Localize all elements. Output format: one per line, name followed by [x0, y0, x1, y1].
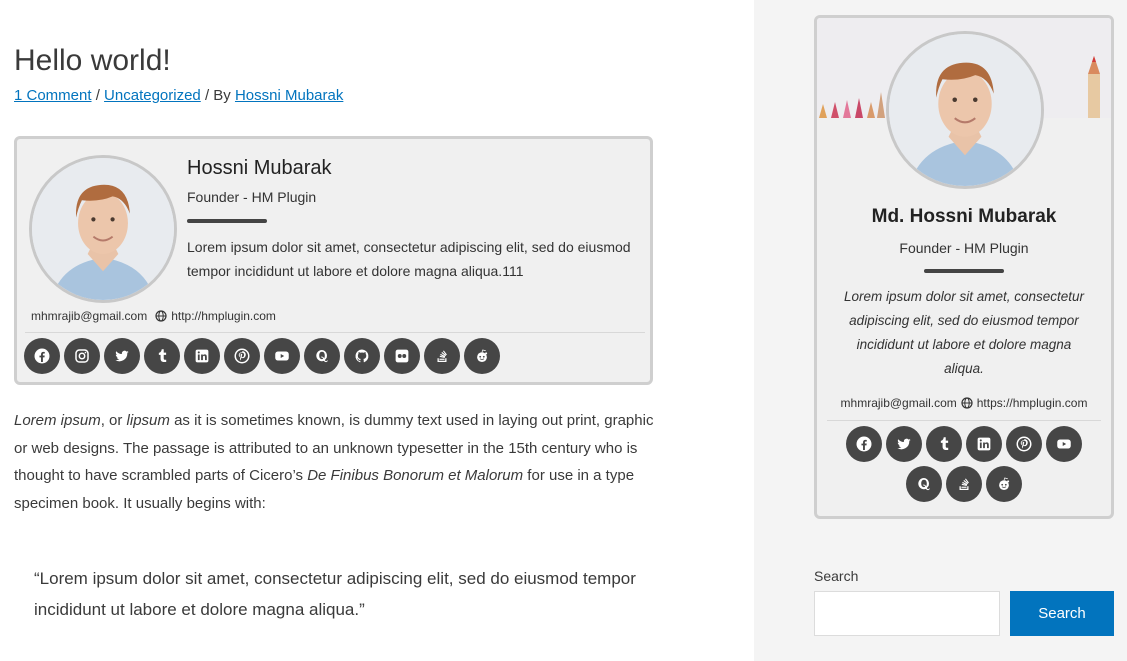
post-paragraph: Lorem ipsum, or lipsum as it is sometime…: [14, 407, 654, 517]
tumblr-link[interactable]: [926, 426, 962, 462]
author-divider-bar: [187, 219, 267, 223]
author-role: Founder - HM Plugin: [187, 189, 317, 205]
linkedin-link[interactable]: [966, 426, 1002, 462]
author-contact: mhmrajib@gmail.com http://hmplugin.com: [31, 309, 276, 323]
card-description: Lorem ipsum dolor sit amet, consectetur …: [843, 289, 1085, 376]
card-role: Founder - HM Plugin: [899, 240, 1029, 256]
author-link[interactable]: Hossni Mubarak: [235, 87, 343, 104]
linkedin-link[interactable]: [184, 338, 220, 374]
twitter-link[interactable]: [104, 338, 140, 374]
text-run: , or: [100, 412, 127, 429]
stackoverflow-link[interactable]: [946, 466, 982, 502]
facebook-link[interactable]: [24, 338, 60, 374]
pinterest-link[interactable]: [1006, 426, 1042, 462]
reddit-icon: [999, 477, 1010, 490]
pinterest-icon: [1016, 436, 1032, 452]
search-button[interactable]: Search: [1010, 591, 1114, 636]
em-de-finibus: De Finibus Bonorum et Malorum: [307, 467, 524, 484]
search-label: Search: [814, 568, 859, 584]
github-icon: [355, 349, 369, 363]
stackoverflow-icon: [959, 478, 969, 490]
card-avatar: [886, 31, 1044, 189]
twitter-link[interactable]: [886, 426, 922, 462]
facebook-link[interactable]: [846, 426, 882, 462]
stackoverflow-icon: [437, 350, 447, 362]
divider: [827, 420, 1101, 421]
meta-by: / By: [200, 87, 235, 104]
tumblr-icon: [158, 349, 167, 362]
card-website[interactable]: https://hmplugin.com: [977, 396, 1088, 410]
flickr-link[interactable]: [384, 338, 420, 374]
reddit-link[interactable]: [986, 466, 1022, 502]
quora-icon: [316, 349, 328, 363]
author-description: Lorem ipsum dolor sit amet, consectetur …: [187, 239, 631, 279]
author-name: Hossni Mubarak: [187, 157, 332, 179]
blockquote: “Lorem ipsum dolor sit amet, consectetur…: [34, 569, 636, 619]
sidebar-author-card: Md. Hossni Mubarak Founder - HM Plugin L…: [814, 15, 1114, 519]
meta-separator: /: [91, 87, 105, 104]
reddit-icon: [477, 349, 488, 362]
post-title: Hello world!: [14, 44, 171, 77]
globe-icon: [961, 397, 973, 409]
youtube-link[interactable]: [264, 338, 300, 374]
reddit-link[interactable]: [464, 338, 500, 374]
facebook-icon: [34, 348, 50, 364]
youtube-icon: [275, 351, 289, 361]
globe-icon: [155, 310, 167, 322]
linkedin-icon: [195, 349, 209, 363]
post-meta: 1 Comment / Uncategorized / By Hossni Mu…: [14, 87, 343, 104]
pinterest-link[interactable]: [224, 338, 260, 374]
youtube-link[interactable]: [1046, 426, 1082, 462]
search-input[interactable]: [814, 591, 1000, 636]
em-lorem-ipsum: Lorem ipsum: [14, 412, 101, 429]
instagram-link[interactable]: [64, 338, 100, 374]
twitter-icon: [897, 438, 911, 450]
stackoverflow-link[interactable]: [424, 338, 460, 374]
card-contact: mhmrajib@gmail.com https://hmplugin.com: [817, 396, 1111, 410]
twitter-icon: [115, 350, 129, 362]
instagram-icon: [75, 349, 89, 363]
author-box: Hossni Mubarak Founder - HM Plugin Lorem…: [14, 136, 653, 385]
linkedin-icon: [977, 437, 991, 451]
main-content: Hello world! 1 Comment / Uncategorized /…: [0, 0, 754, 661]
tumblr-link[interactable]: [144, 338, 180, 374]
quora-link[interactable]: [304, 338, 340, 374]
card-divider-bar: [924, 269, 1004, 273]
author-website: http://hmplugin.com: [171, 309, 276, 323]
quora-icon: [918, 477, 930, 491]
github-link[interactable]: [344, 338, 380, 374]
card-email[interactable]: mhmrajib@gmail.com: [841, 396, 957, 410]
card-social-links: [841, 426, 1087, 502]
card-name: Md. Hossni Mubarak: [871, 206, 1057, 227]
quora-link[interactable]: [906, 466, 942, 502]
divider: [25, 332, 645, 333]
author-website-item[interactable]: http://hmplugin.com: [155, 309, 276, 323]
author-avatar: [29, 155, 177, 303]
author-social-links: [24, 338, 500, 374]
author-email[interactable]: mhmrajib@gmail.com: [31, 309, 147, 323]
facebook-icon: [856, 436, 872, 452]
pinterest-icon: [234, 348, 250, 364]
youtube-icon: [1057, 439, 1071, 449]
comments-link[interactable]: 1 Comment: [14, 87, 92, 104]
tumblr-icon: [940, 437, 949, 450]
em-lipsum: lipsum: [126, 412, 170, 429]
flickr-icon: [395, 349, 409, 363]
category-link[interactable]: Uncategorized: [104, 87, 201, 104]
